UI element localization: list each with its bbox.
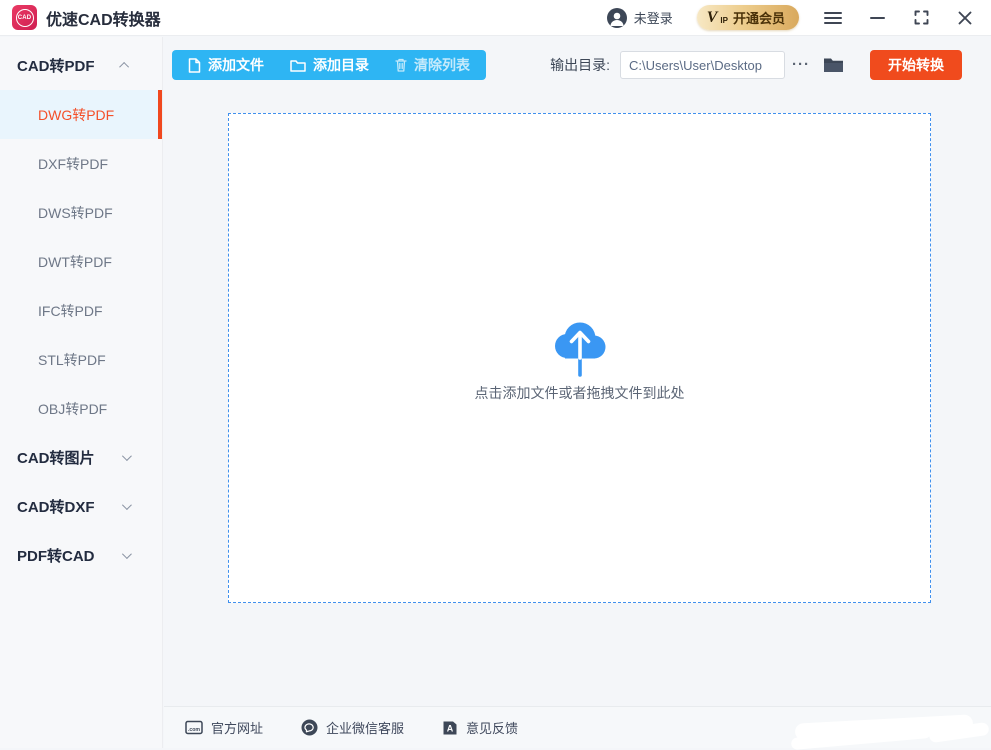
open-folder-button[interactable] bbox=[823, 57, 844, 73]
sidebar-item-stl-to-pdf[interactable]: STL转PDF bbox=[0, 335, 162, 384]
section-label: CAD转PDF bbox=[17, 55, 95, 76]
item-label: DWS转PDF bbox=[38, 203, 113, 223]
com-browser-icon: .com bbox=[185, 720, 203, 735]
app-title: 优速CAD转换器 bbox=[46, 6, 161, 30]
folder-icon bbox=[290, 59, 306, 72]
output-directory-label: 输出目录: bbox=[550, 55, 610, 75]
logo-cad-badge: CAD bbox=[16, 9, 34, 27]
feedback-label: 意见反馈 bbox=[466, 718, 518, 737]
item-label: IFC转PDF bbox=[38, 301, 103, 321]
browse-more-button[interactable]: ··· bbox=[792, 60, 810, 70]
chevron-down-icon bbox=[122, 451, 132, 461]
cloud-upload-icon bbox=[547, 313, 613, 379]
sidebar-item-dwt-to-pdf[interactable]: DWT转PDF bbox=[0, 237, 162, 286]
maximize-button[interactable] bbox=[911, 8, 931, 28]
file-action-toolbar: 添加文件 添加目录 清除列表 bbox=[172, 50, 486, 80]
chevron-down-icon bbox=[122, 549, 132, 559]
main-panel: 添加文件 添加目录 清除列表 输出目录: ··· 开始转换 bbox=[164, 37, 991, 748]
wechat-service-label: 企业微信客服 bbox=[326, 718, 404, 737]
trash-icon bbox=[395, 58, 407, 72]
sidebar-section-pdf-to-cad[interactable]: PDF转CAD bbox=[0, 531, 162, 580]
clear-list-label: 清除列表 bbox=[414, 55, 470, 75]
login-status-label: 未登录 bbox=[634, 8, 673, 27]
section-label: CAD转图片 bbox=[17, 447, 95, 468]
vip-v-icon: V bbox=[707, 10, 718, 26]
vip-ip-icon: IP bbox=[720, 16, 728, 25]
chevron-up-icon bbox=[119, 62, 129, 72]
feedback-link[interactable]: A 意见反馈 bbox=[442, 718, 518, 737]
sidebar-section-cad-to-dxf[interactable]: CAD转DXF bbox=[0, 482, 162, 531]
minimize-button[interactable] bbox=[867, 8, 887, 28]
sidebar-item-dws-to-pdf[interactable]: DWS转PDF bbox=[0, 188, 162, 237]
sidebar-section-cad-to-pdf[interactable]: CAD转PDF bbox=[0, 41, 162, 90]
chevron-down-icon bbox=[122, 500, 132, 510]
svg-text:.com: .com bbox=[188, 727, 200, 733]
official-website-label: 官方网址 bbox=[211, 718, 263, 737]
sidebar-item-ifc-to-pdf[interactable]: IFC转PDF bbox=[0, 286, 162, 335]
maximize-icon bbox=[914, 10, 929, 25]
clear-list-button[interactable]: 清除列表 bbox=[395, 55, 470, 75]
add-file-button[interactable]: 添加文件 bbox=[188, 55, 264, 75]
hamburger-icon bbox=[824, 11, 842, 25]
menu-button[interactable] bbox=[823, 8, 843, 28]
sidebar-item-dxf-to-pdf[interactable]: DXF转PDF bbox=[0, 139, 162, 188]
vip-label: 开通会员 bbox=[733, 8, 785, 27]
titlebar-right: 未登录 VIP 开通会员 bbox=[607, 5, 975, 30]
sidebar-item-dwg-to-pdf[interactable]: DWG转PDF bbox=[0, 90, 162, 139]
open-folder-icon bbox=[823, 57, 844, 73]
dropzone-hint-text: 点击添加文件或者拖拽文件到此处 bbox=[475, 383, 685, 403]
close-button[interactable] bbox=[955, 8, 975, 28]
start-convert-button[interactable]: 开始转换 bbox=[870, 50, 962, 80]
titlebar: CAD 优速CAD转换器 未登录 VIP 开通会员 bbox=[0, 0, 991, 36]
user-avatar-icon bbox=[607, 8, 627, 28]
item-label: DXF转PDF bbox=[38, 154, 108, 174]
section-label: CAD转DXF bbox=[17, 496, 95, 517]
login-button[interactable]: 未登录 bbox=[607, 8, 673, 28]
svg-text:A: A bbox=[447, 723, 454, 733]
add-directory-label: 添加目录 bbox=[313, 55, 369, 75]
wechat-service-icon bbox=[301, 719, 318, 736]
close-icon bbox=[958, 11, 972, 25]
wechat-service-link[interactable]: 企业微信客服 bbox=[301, 718, 404, 737]
feedback-icon: A bbox=[442, 720, 458, 736]
output-path-input[interactable] bbox=[620, 51, 785, 79]
file-dropzone[interactable]: 点击添加文件或者拖拽文件到此处 bbox=[228, 113, 931, 603]
official-website-link[interactable]: .com 官方网址 bbox=[185, 718, 263, 737]
item-label: OBJ转PDF bbox=[38, 399, 107, 419]
minimize-icon bbox=[870, 16, 885, 20]
sidebar: CAD转PDF DWG转PDF DXF转PDF DWS转PDF DWT转PDF … bbox=[0, 37, 163, 748]
sidebar-item-obj-to-pdf[interactable]: OBJ转PDF bbox=[0, 384, 162, 433]
item-label: DWT转PDF bbox=[38, 252, 112, 272]
item-label: DWG转PDF bbox=[38, 105, 114, 125]
item-label: STL转PDF bbox=[38, 350, 106, 370]
vip-upgrade-button[interactable]: VIP 开通会员 bbox=[697, 5, 799, 30]
section-label: PDF转CAD bbox=[17, 545, 95, 566]
output-directory-row: 输出目录: ··· 开始转换 bbox=[550, 50, 962, 80]
sidebar-section-cad-to-image[interactable]: CAD转图片 bbox=[0, 433, 162, 482]
file-icon bbox=[188, 58, 201, 73]
add-file-label: 添加文件 bbox=[208, 55, 264, 75]
add-directory-button[interactable]: 添加目录 bbox=[290, 55, 369, 75]
app-logo-icon: CAD bbox=[12, 5, 37, 30]
